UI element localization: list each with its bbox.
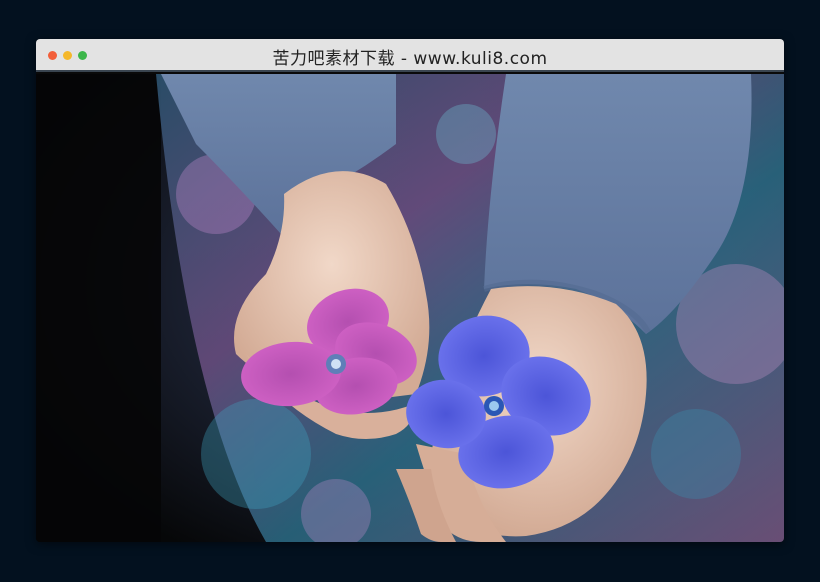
browser-window: 苦力吧素材下载 - www.kuli8.com [36,39,784,542]
window-titlebar: 苦力吧素材下载 - www.kuli8.com [36,39,784,72]
photo-illustration [36,74,784,542]
dark-left-area [36,74,161,542]
window-title: 苦力吧素材下载 - www.kuli8.com [272,49,548,69]
hydrangea-photo [36,74,784,542]
